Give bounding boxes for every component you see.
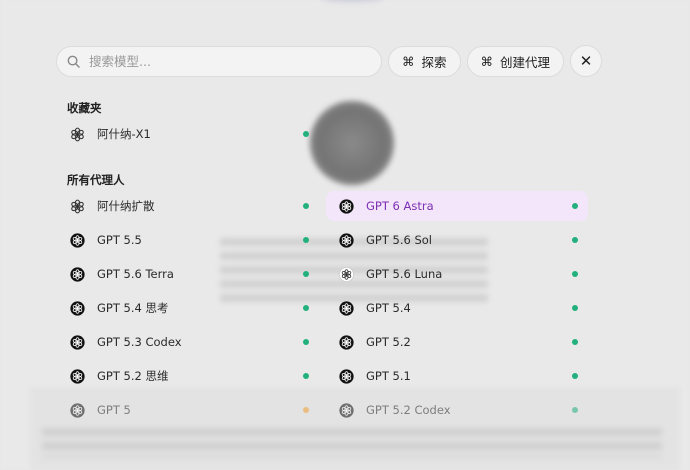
openai-icon <box>70 402 85 418</box>
agent-label: GPT 5.2 <box>366 335 411 349</box>
openai-icon <box>339 198 354 214</box>
agent-label: GPT 5.6 Terra <box>97 267 174 281</box>
status-dot <box>303 203 309 209</box>
agent-label: GPT 5.4 <box>366 301 411 315</box>
agent-label: 阿什纳扩散 <box>97 199 155 213</box>
background-footer-text <box>42 428 662 458</box>
agent-item[interactable]: GPT 5.6 Terra <box>57 259 319 289</box>
status-dot <box>303 131 309 137</box>
agent-label: GPT 5.2 思维 <box>97 369 169 383</box>
openai-icon <box>70 334 85 350</box>
explore-label: 探索 <box>421 54 447 70</box>
agent-label: GPT 5.3 Codex <box>97 335 182 349</box>
status-dot <box>572 373 578 379</box>
agent-label: GPT 5 <box>97 403 131 417</box>
status-dot <box>572 237 578 243</box>
status-dot <box>572 271 578 277</box>
favorites-title: 收藏夹 <box>67 101 102 115</box>
agent-label: GPT 5.1 <box>366 369 411 383</box>
background-avatar <box>310 101 394 185</box>
agent-item[interactable]: GPT 5 <box>57 395 319 425</box>
openai-icon <box>70 368 85 384</box>
status-dot <box>572 339 578 345</box>
status-dot <box>572 305 578 311</box>
status-dot <box>303 407 309 413</box>
agent-label: GPT 5.4 思考 <box>97 301 169 315</box>
search-icon <box>67 55 80 68</box>
all-agents-title: 所有代理人 <box>67 173 125 187</box>
agent-label: GPT 6 Astra <box>366 199 434 213</box>
status-dot <box>572 203 578 209</box>
search-box[interactable] <box>56 45 382 77</box>
status-dot <box>303 271 309 277</box>
openai-icon <box>339 300 354 316</box>
gear-logo-icon <box>71 127 84 141</box>
agent-label: GPT 5.6 Sol <box>366 233 433 247</box>
agent-item[interactable]: GPT 5.5 <box>57 225 319 255</box>
agent-item[interactable]: GPT 5.4 思考 <box>57 293 319 323</box>
create-agent-label: 创建代理 <box>500 54 551 70</box>
openai-outline-icon <box>339 266 354 282</box>
status-dot <box>303 305 309 311</box>
agent-item[interactable]: GPT 5.4 <box>326 293 588 323</box>
explore-button[interactable]: ⌘ 探索 <box>388 45 461 77</box>
status-dot <box>303 339 309 345</box>
close-icon: ✕ <box>579 52 593 70</box>
openai-icon <box>70 266 85 282</box>
agent-item[interactable]: 阿什纳扩散 <box>57 191 319 221</box>
status-dot <box>303 373 309 379</box>
create-agent-button[interactable]: ⌘ 创建代理 <box>466 45 565 77</box>
agent-label: GPT 5.5 <box>97 233 142 247</box>
agent-item[interactable]: GPT 5.6 Luna <box>326 259 588 289</box>
agent-item[interactable]: 阿什纳-X1 <box>57 119 319 149</box>
agent-label: GPT 5.2 Codex <box>366 403 451 417</box>
status-dot <box>572 407 578 413</box>
agent-item[interactable]: GPT 5.2 Codex <box>326 395 588 425</box>
search-row: ⌘ 探索 ⌘ 创建代理 ✕ <box>56 45 603 77</box>
background-smudge <box>320 0 384 2</box>
openai-icon <box>339 334 354 350</box>
agent-item[interactable]: GPT 5.2 <box>326 327 588 357</box>
agent-item[interactable]: GPT 5.3 Codex <box>57 327 319 357</box>
agent-item[interactable]: GPT 5.2 思维 <box>57 361 319 391</box>
openai-icon <box>70 300 85 316</box>
openai-icon <box>339 402 354 418</box>
command-icon: ⌘ <box>480 53 494 69</box>
agent-label: 阿什纳-X1 <box>97 127 151 141</box>
close-button[interactable]: ✕ <box>570 45 603 77</box>
gear-logo-icon <box>71 199 84 213</box>
openai-icon <box>339 368 354 384</box>
openai-icon <box>70 232 85 248</box>
agent-label: GPT 5.6 Luna <box>366 267 443 281</box>
agent-item[interactable]: GPT 6 Astra <box>326 191 588 221</box>
status-dot <box>303 237 309 243</box>
agent-item[interactable]: GPT 5.1 <box>326 361 588 391</box>
search-input[interactable] <box>87 52 371 70</box>
openai-icon <box>339 232 354 248</box>
command-icon: ⌘ <box>402 53 415 69</box>
agent-item[interactable]: GPT 5.6 Sol <box>326 225 588 255</box>
